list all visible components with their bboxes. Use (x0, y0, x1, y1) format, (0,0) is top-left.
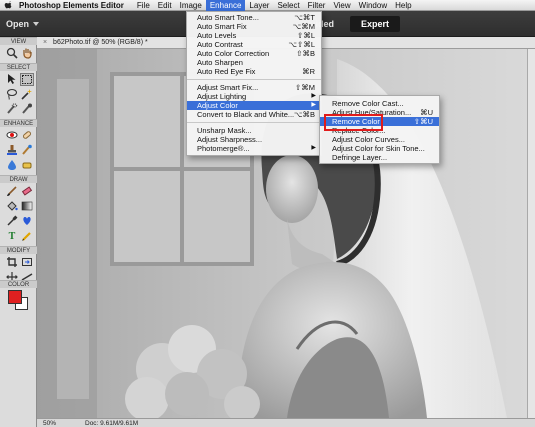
submenu-arrow-icon: ▶ (311, 93, 316, 99)
menu-file[interactable]: File (133, 0, 154, 11)
menu-item-auto-contrast[interactable]: Auto Contrast ⌥⇧⌘L (187, 40, 321, 49)
section-color-label: COLOR (0, 280, 37, 288)
type-tool-icon[interactable]: T (5, 230, 19, 243)
custom-shape-tool-icon[interactable] (20, 215, 34, 228)
menu-item-adjust-lighting[interactable]: Adjust Lighting ▶ (187, 92, 321, 101)
crop-tool-icon[interactable] (5, 256, 19, 269)
section-select-label: SELECT (0, 63, 37, 71)
menu-item-auto-smart-tone[interactable]: Auto Smart Tone... ⌥⌘T (187, 13, 321, 22)
marquee-tool-icon[interactable] (20, 73, 34, 86)
menu-item-auto-sharpen[interactable]: Auto Sharpen (187, 58, 321, 67)
eraser-tool-icon[interactable] (20, 185, 34, 198)
status-zoom[interactable]: 50% (43, 419, 56, 427)
recompose-tool-icon[interactable] (20, 256, 34, 269)
magic-wand-tool-icon[interactable] (20, 88, 34, 101)
menu-item-unsharp-mask[interactable]: Unsharp Mask... (187, 126, 321, 135)
enhance-menu: Auto Smart Tone... ⌥⌘T Auto Smart Fix ⌥⌘M … (186, 11, 322, 156)
menu-item-auto-levels[interactable]: Auto Levels ⇧⌘L (187, 31, 321, 40)
mode-expert-tab[interactable]: Expert (350, 16, 400, 32)
app-name-menu[interactable]: Photoshop Elements Editor (19, 1, 124, 10)
lasso-tool-icon[interactable] (5, 88, 19, 101)
mac-menu-bar: Photoshop Elements Editor File Edit Imag… (0, 0, 535, 11)
hand-tool-icon[interactable] (20, 47, 34, 60)
menu-filter[interactable]: Filter (304, 0, 330, 11)
open-button[interactable]: Open (6, 17, 50, 31)
menu-item-remove-color-cast[interactable]: Remove Color Cast... (320, 99, 439, 108)
move-tool-icon[interactable] (5, 73, 19, 86)
spot-healing-tool-icon[interactable] (20, 129, 34, 142)
zoom-tool-icon[interactable] (5, 47, 19, 60)
status-bar: 50% Doc: 9.61M/9.61M (37, 418, 535, 427)
menu-help[interactable]: Help (391, 0, 415, 11)
tool-panel: VIEW SELECT ENHANCE DRAW T MODIFY COLOR (0, 37, 37, 427)
section-modify-label: MODIFY (0, 246, 37, 254)
section-enhance-label: ENHANCE (0, 119, 37, 127)
open-label: Open (6, 19, 30, 29)
menu-item-adjust-color-skin-tone[interactable]: Adjust Color for Skin Tone... (320, 144, 439, 153)
menu-separator (187, 122, 321, 123)
chevron-down-icon (33, 22, 40, 26)
quick-selection-tool-icon[interactable] (5, 103, 19, 116)
submenu-arrow-icon: ▶ (311, 102, 316, 108)
menu-select[interactable]: Select (273, 0, 303, 11)
gradient-tool-icon[interactable] (20, 200, 34, 213)
menu-view[interactable]: View (329, 0, 354, 11)
clone-stamp-tool-icon[interactable] (5, 144, 19, 157)
menu-separator (187, 79, 321, 80)
menu-enhance[interactable]: Enhance (205, 0, 246, 11)
menu-item-convert-to-black-and-white[interactable]: Convert to Black and White... ⌥⌘B (187, 110, 321, 119)
sponge-tool-icon[interactable] (20, 159, 34, 172)
section-draw-label: DRAW (0, 175, 37, 183)
menu-item-auto-red-eye-fix[interactable]: Auto Red Eye Fix ⌘R (187, 67, 321, 76)
submenu-arrow-icon: ▶ (311, 145, 316, 151)
menu-window[interactable]: Window (355, 0, 391, 11)
foreground-color-swatch[interactable] (8, 290, 22, 304)
eyedropper-tool-icon[interactable] (5, 215, 19, 228)
section-view-label: VIEW (0, 37, 37, 45)
close-icon[interactable]: × (43, 39, 47, 46)
vertical-scrollbar[interactable] (527, 49, 535, 418)
annotation-highlight-box (324, 114, 383, 131)
document-tab-title: b62Photo.tif @ 50% (RGB/8) * (53, 39, 148, 46)
apple-icon[interactable] (4, 0, 12, 10)
pencil-tool-icon[interactable] (20, 230, 34, 243)
menu-item-adjust-color-curves[interactable]: Adjust Color Curves... (320, 135, 439, 144)
menu-item-adjust-smart-fix[interactable]: Adjust Smart Fix... ⇧⌘M (187, 83, 321, 92)
menu-item-adjust-color[interactable]: Adjust Color ▶ (187, 101, 321, 110)
smart-brush-tool-icon[interactable] (20, 144, 34, 157)
selection-brush-tool-icon[interactable] (20, 103, 34, 116)
red-eye-tool-icon[interactable] (5, 129, 19, 142)
blur-tool-icon[interactable] (5, 159, 19, 172)
status-doc-size: Doc: 9.61M/9.61M (85, 420, 139, 427)
menu-item-auto-color-correction[interactable]: Auto Color Correction ⇧⌘B (187, 49, 321, 58)
menu-image[interactable]: Image (176, 0, 206, 11)
paint-bucket-tool-icon[interactable] (5, 200, 19, 213)
menu-item-photomerge[interactable]: Photomerge®... ▶ (187, 144, 321, 153)
menu-item-adjust-sharpness[interactable]: Adjust Sharpness... (187, 135, 321, 144)
brush-tool-icon[interactable] (5, 185, 19, 198)
menu-item-auto-smart-fix[interactable]: Auto Smart Fix ⌥⌘M (187, 22, 321, 31)
menu-edit[interactable]: Edit (154, 0, 176, 11)
menu-item-defringe-layer[interactable]: Defringe Layer... (320, 153, 439, 162)
menu-layer[interactable]: Layer (245, 0, 273, 11)
